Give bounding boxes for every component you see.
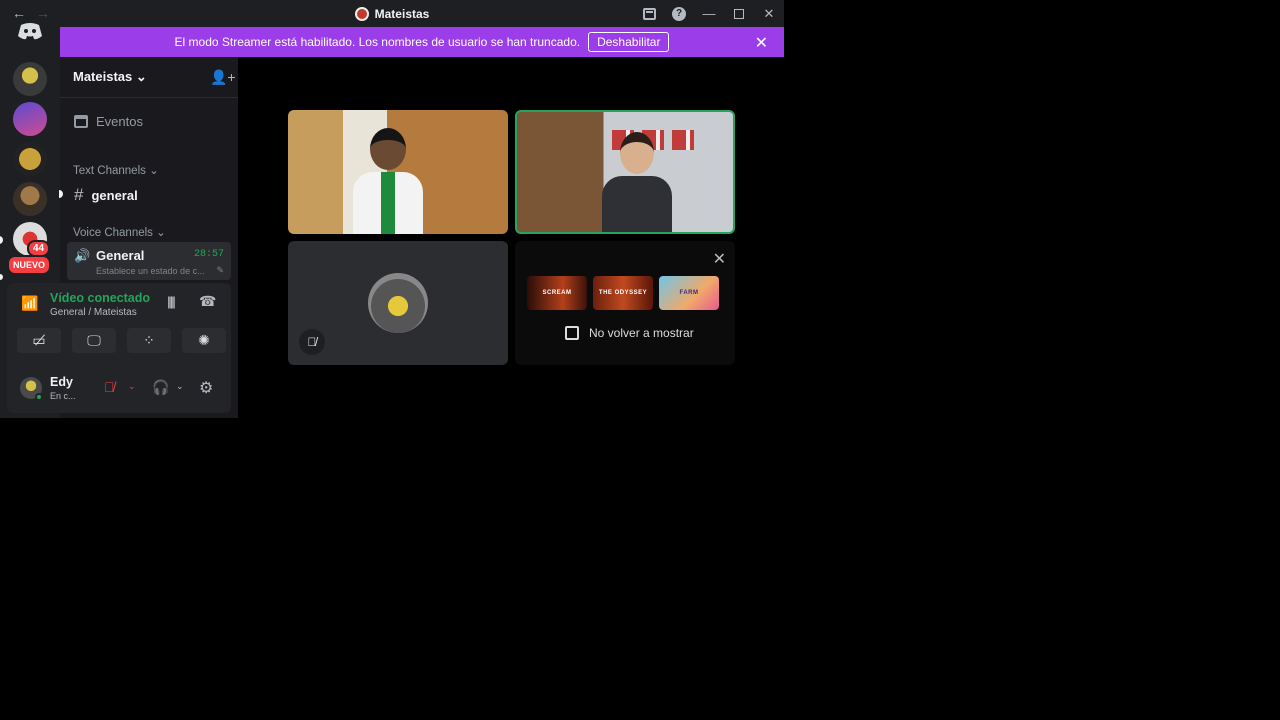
guild-name: Mateistas [73,69,133,84]
camera-off-button[interactable]: ▭̸ [17,328,61,353]
gear-icon[interactable]: ⚙ [199,378,213,398]
discord-window: ← → Mateistas ? — ✕ 44 NUEVO El modo Str… [0,0,784,418]
text-channels-category[interactable]: Text Channels ⌄ [73,163,159,177]
close-icon: ✕ [763,5,775,21]
connection-signal-icon[interactable]: 📶 [21,295,38,312]
voice-channel-general[interactable]: 🔊 General 28:57 Establece un estado de c… [67,242,231,280]
unread-pill [0,274,3,280]
mic-muted-icon[interactable]: 🎙̸ [104,379,115,395]
pencil-icon[interactable]: ✎ [216,265,224,276]
server-icon-1[interactable] [13,62,47,96]
chevron-down-icon: ⌄ [135,69,147,84]
new-badge: NUEVO [7,255,52,275]
discord-home-icon[interactable] [17,22,43,40]
activity-promo-tile: ✕ SCREAM THE ODYSSEY FARM No volver a mo… [515,241,735,365]
game-card[interactable]: SCREAM [527,276,587,310]
activities-icon: ⁘ [143,332,155,348]
activities-button[interactable]: ⁘ [127,328,171,353]
disable-streamer-button[interactable]: Deshabilitar [588,32,670,52]
minimize-button[interactable]: — [694,0,724,27]
server-icon-3[interactable] [13,142,47,176]
video-tile-participant-3[interactable]: 🎙̸ [288,241,508,365]
events-label: Eventos [96,114,143,129]
mic-muted-icon: 🎙̸ [299,329,325,355]
soundboard-button[interactable]: ✺ [182,328,226,353]
game-card[interactable]: FARM [659,276,719,310]
unread-pill [0,236,3,244]
participant-head [370,128,406,170]
game-card[interactable]: THE ODYSSEY [593,276,653,310]
disconnect-phone-icon[interactable]: ☎ [199,293,216,310]
close-window-button[interactable]: ✕ [754,0,784,27]
window-controls: ? — ✕ [634,0,784,27]
maximize-button[interactable] [724,0,754,27]
hashtag-icon: # [74,185,84,204]
call-timer: 28:57 [193,249,224,260]
help-icon: ? [672,6,686,21]
voice-user-panel: 📶 Vídeo conectado General / Mateistas ||… [7,283,231,413]
participant-head [620,132,654,174]
minimize-icon: — [702,6,716,21]
forward-arrow-icon[interactable]: → [36,5,50,21]
online-status-dot [35,393,43,401]
username[interactable]: Edy [50,375,73,389]
soundboard-icon: ✺ [198,332,210,348]
banner-message: El modo Streamer está habilitado. Los no… [174,35,581,49]
back-arrow-icon[interactable]: ← [12,5,26,21]
server-icon [354,6,369,21]
video-tile-participant-2-speaking[interactable] [515,110,735,234]
channel-general[interactable]: # general [74,185,138,205]
noise-suppression-icon[interactable]: ||||| [167,294,176,309]
dont-show-again[interactable]: No volver a mostrar [565,326,694,340]
chevron-down-icon[interactable]: ⌄ [128,381,136,392]
invite-user-icon[interactable]: 👤+ [210,69,236,86]
participant-video [602,132,672,232]
chevron-down-icon: ⌄ [149,165,159,177]
share-screen-button[interactable]: 🖵 [72,328,116,353]
close-icon[interactable]: ✕ [713,249,726,269]
streamer-mode-banner: El modo Streamer está habilitado. Los no… [60,27,784,57]
video-stage: 🎙̸ ✕ SCREAM THE ODYSSEY FARM No volver a… [238,57,784,418]
chevron-down-icon: ⌄ [156,227,166,239]
camera-off-icon: ▭̸ [32,332,46,348]
call-actions: ▭̸ 🖵 ⁘ ✺ [17,328,226,353]
channel-name: general [91,187,138,203]
guild-header[interactable]: Mateistas ⌄ [73,69,147,85]
server-icon-2[interactable] [13,102,47,136]
title-bar: ← → Mateistas ? — ✕ [0,0,784,27]
voice-channel-name: General [96,248,145,263]
rtc-channel-path[interactable]: General / Mateistas [50,307,137,318]
participant-body [602,176,672,232]
maximize-icon [734,8,744,19]
avatar [368,273,428,333]
voice-channels-category[interactable]: Voice Channels ⌄ [73,225,166,239]
inbox-button[interactable] [634,0,664,27]
rtc-status-title[interactable]: Vídeo conectado [50,291,150,305]
chevron-down-icon[interactable]: ⌄ [176,381,184,392]
channel-status-placeholder[interactable]: Establece un estado de c... [96,266,205,276]
checkbox[interactable] [565,326,579,340]
history-nav: ← → [12,5,50,21]
participant-video [353,128,423,234]
speaker-icon: 🔊 [74,248,91,263]
close-banner-icon[interactable]: ✕ [755,33,768,53]
dont-show-label: No volver a mostrar [589,326,694,340]
help-button[interactable]: ? [664,0,694,27]
calendar-icon [74,115,88,128]
events-item[interactable]: Eventos [74,114,143,129]
game-list: SCREAM THE ODYSSEY FARM [527,276,719,310]
window-title-text: Mateistas [374,6,430,21]
headphones-icon[interactable]: 🎧 [152,379,169,396]
divider [60,97,238,98]
unread-pill [59,190,63,198]
screen-share-icon: 🖵 [87,332,101,348]
server-icon-4[interactable] [13,182,47,216]
inbox-icon [642,7,656,20]
category-label: Voice Channels [73,227,153,239]
video-tile-participant-1[interactable] [288,110,508,234]
category-label: Text Channels [73,165,146,177]
user-voice-status: En c... [50,391,76,401]
participant-body [353,172,423,234]
